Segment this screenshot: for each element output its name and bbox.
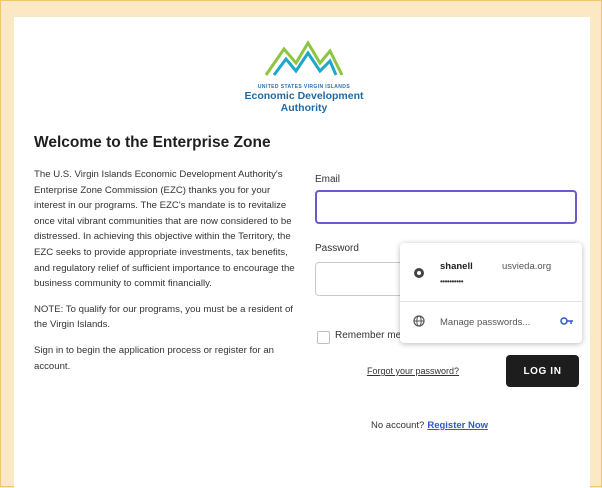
email-field[interactable] [315,190,577,224]
no-account-text: No account? [371,420,425,431]
saved-credential-option[interactable]: shanell usvieda.org •••••••••• [400,243,582,300]
signin-paragraph: Sign in to begin the application process… [34,344,274,372]
remember-label[interactable]: Remember me [335,330,401,341]
password-label: Password [315,243,359,254]
page-frame: UNITED STATES VIRGIN ISLANDS Economic De… [0,0,602,488]
login-card: UNITED STATES VIRGIN ISLANDS Economic De… [14,17,590,488]
password-key-icon [560,317,573,325]
manage-passwords-option[interactable]: Manage passwords... [400,303,582,341]
manage-passwords-label: Manage passwords... [440,317,531,328]
globe-icon [413,315,425,327]
saved-domain: usvieda.org [502,261,552,272]
remember-checkbox[interactable] [317,331,330,344]
note-paragraph: NOTE: To qualify for our programs, you m… [34,303,293,331]
login-button[interactable]: LOG IN [506,355,579,387]
saved-password-mask: •••••••••• [440,277,464,286]
intro-text: The U.S. Virgin Islands Economic Develop… [34,167,296,384]
email-label: Email [315,174,341,185]
eda-logo: UNITED STATES VIRGIN ISLANDS Economic De… [204,35,404,145]
saved-username: shanell [440,261,473,272]
key-icon [414,268,424,278]
forgot-password-link[interactable]: Forgot your password? [367,366,459,376]
register-link[interactable]: Register Now [427,420,488,431]
no-account-line: No account? Register Now [371,420,488,431]
intro-paragraph: The U.S. Virgin Islands Economic Develop… [34,169,295,290]
logo-name-line1: Economic Development [244,90,364,102]
popup-divider [400,301,582,302]
page-title: Welcome to the Enterprise Zone [34,134,271,151]
autofill-popup: shanell usvieda.org •••••••••• Manage pa… [400,243,582,343]
logo-name-line2: Authority [280,102,328,114]
mountain-logo-icon [264,40,344,76]
